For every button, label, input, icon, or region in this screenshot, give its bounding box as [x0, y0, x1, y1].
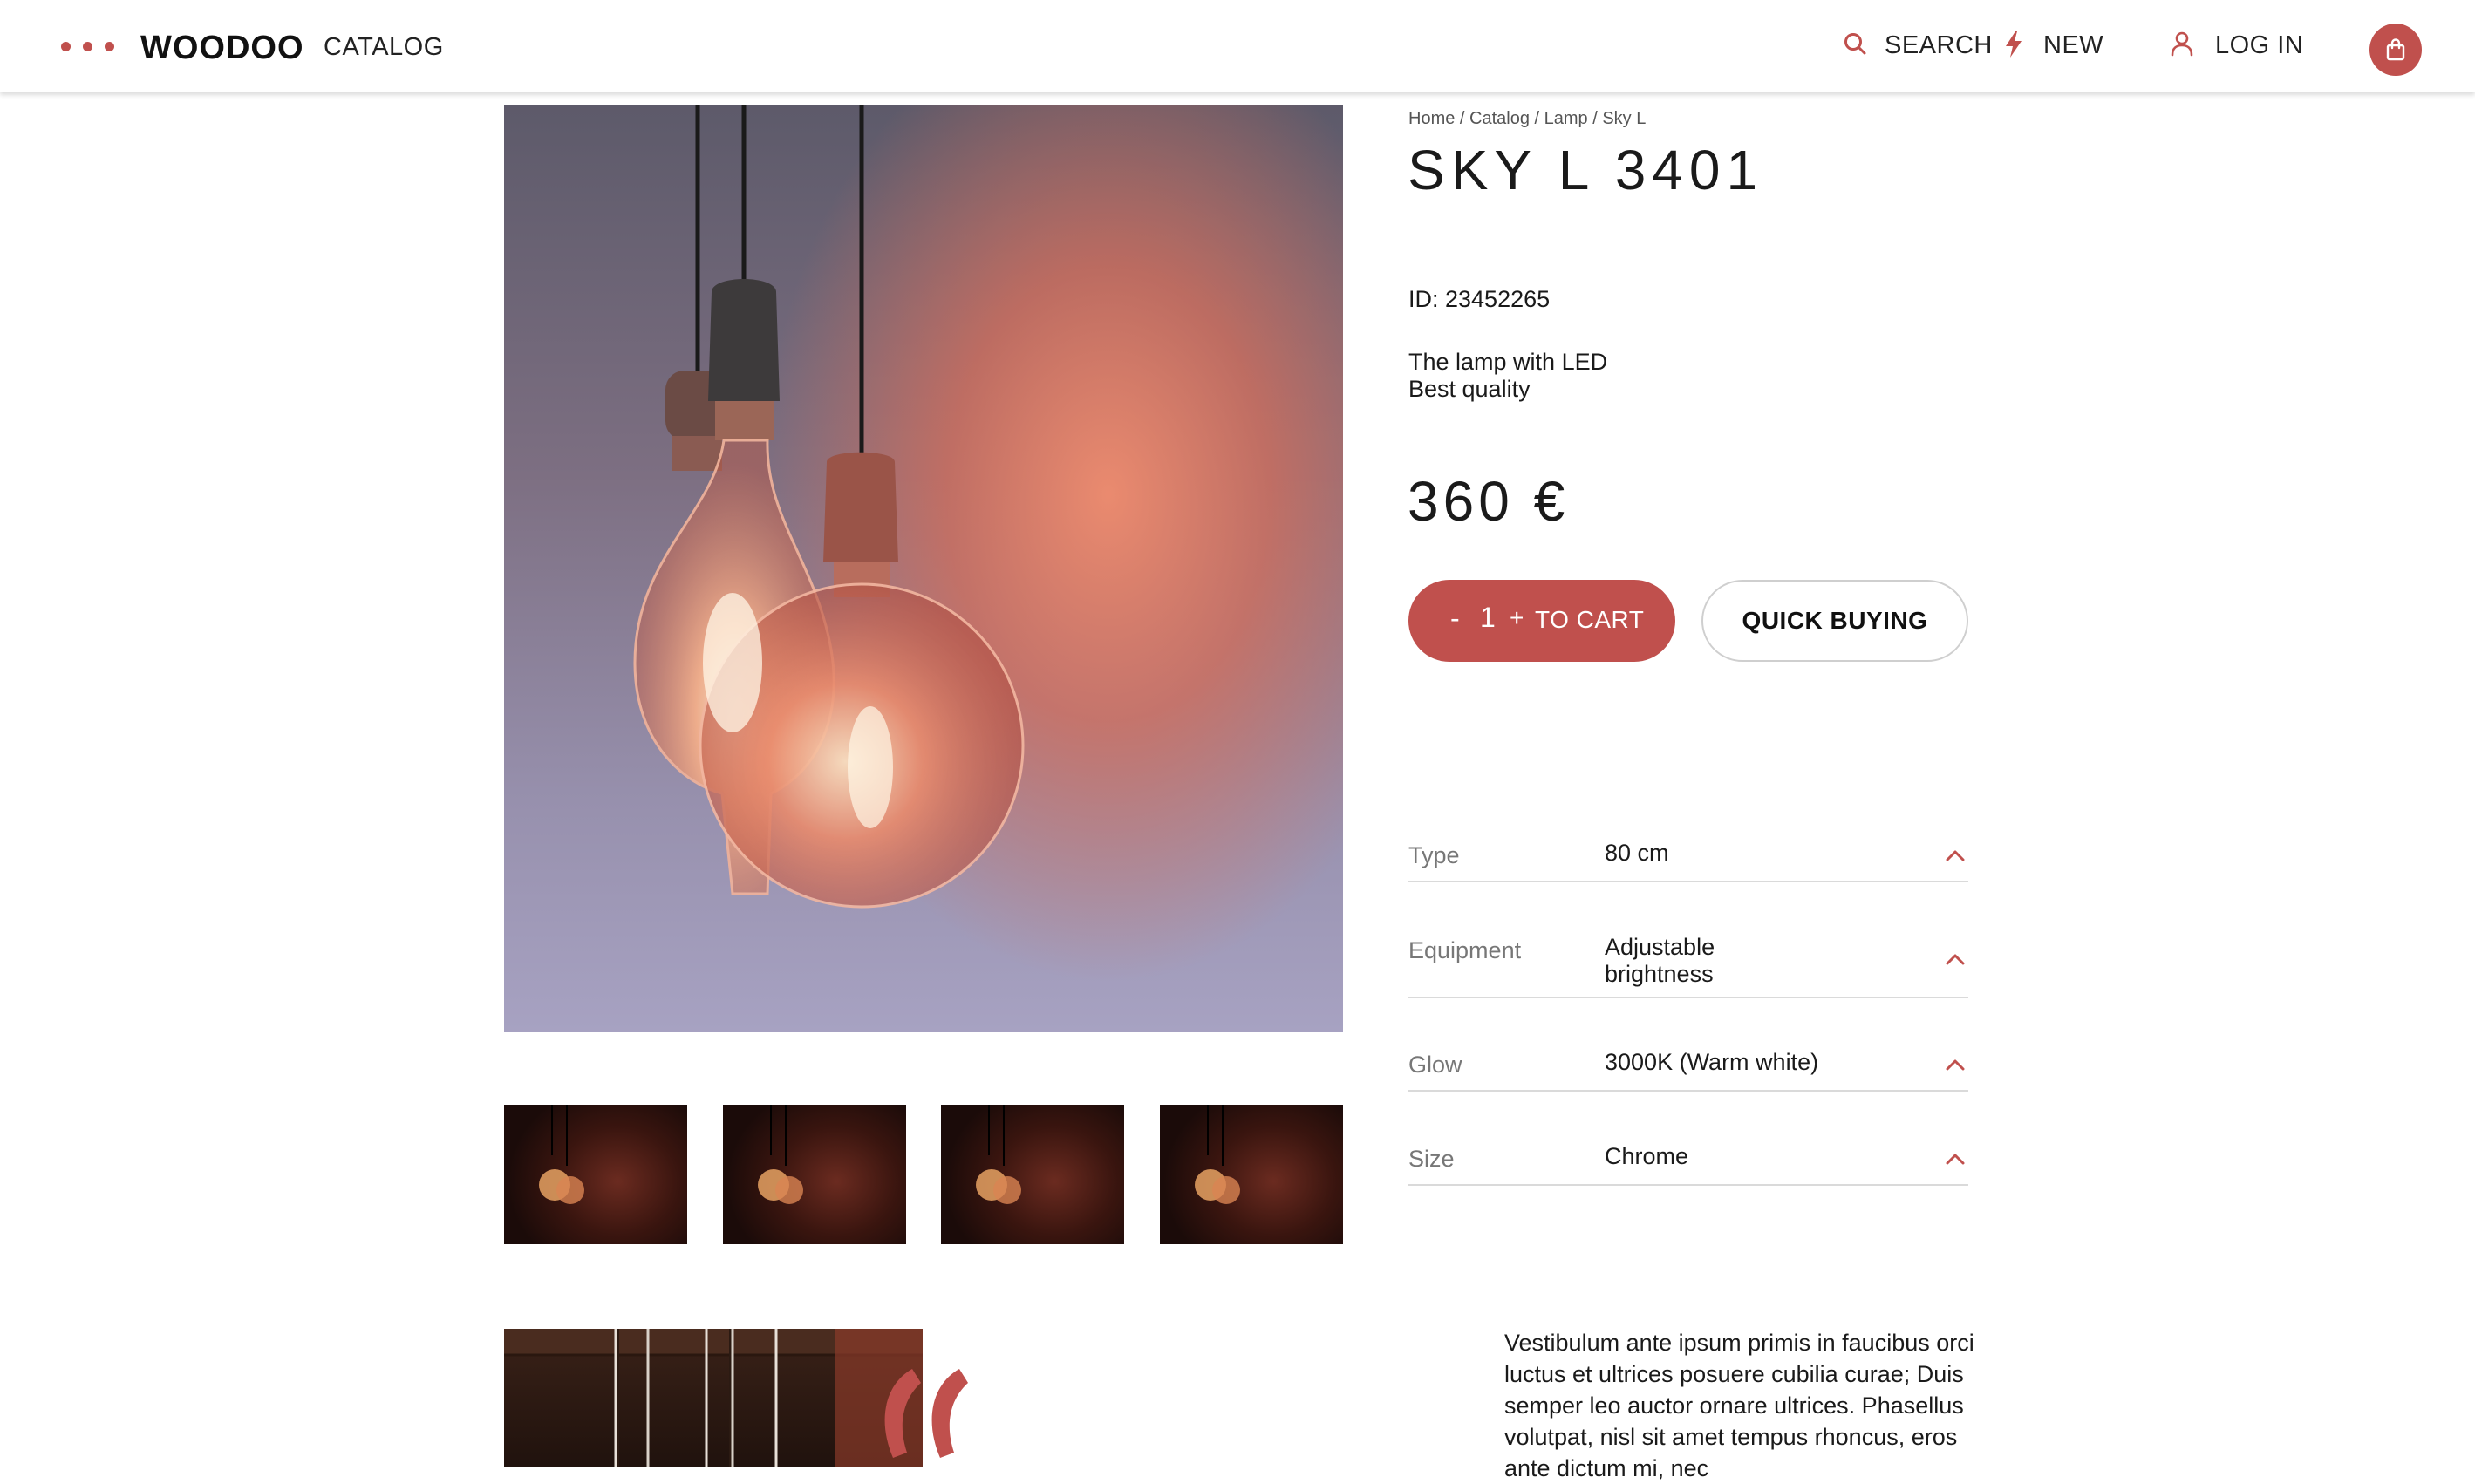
nav-login-label: LOG IN [2215, 31, 2304, 59]
spec-label: Glow [1408, 1052, 1462, 1078]
chevron-up-icon[interactable] [1946, 849, 1965, 861]
spec-value: Chrome [1605, 1143, 1689, 1169]
product-price: 360 € [1408, 470, 1570, 533]
thumbnail-3[interactable] [941, 1105, 1124, 1244]
product-description: The lamp with LED Best quality [1408, 349, 1607, 403]
thumbnail-1[interactable] [504, 1105, 687, 1244]
spec-row-type[interactable]: Type 80 cm [1408, 827, 1968, 882]
lightning-icon [2006, 31, 2022, 58]
description-line-2: Best quality [1408, 376, 1531, 402]
nav-search-button[interactable]: SEARCH [1843, 31, 1993, 60]
nav-login-button[interactable]: LOG IN [2170, 31, 2303, 60]
nav-new-button[interactable]: NEW [2003, 31, 2103, 60]
thumbnail-2[interactable] [723, 1105, 906, 1244]
site-header: WOODOO CATALOG SEARCH NEW LOG IN [0, 0, 2475, 92]
spec-label: Type [1408, 842, 1460, 868]
spec-value: 80 cm [1605, 840, 1669, 866]
quick-buying-button[interactable]: QUICK BUYING [1701, 580, 1968, 662]
product-id: ID: 23452265 [1408, 286, 1551, 312]
thumbnail-4[interactable] [1160, 1105, 1343, 1244]
product-main-image[interactable] [504, 105, 1343, 1032]
quantity-value: 1 [1480, 602, 1496, 633]
chevron-up-icon[interactable] [1946, 1153, 1965, 1165]
spec-label: Equipment [1408, 937, 1522, 963]
spec-row-glow[interactable]: Glow 3000K (Warm white) [1408, 1036, 1968, 1092]
nav-search-label: SEARCH [1885, 31, 1993, 59]
chevron-up-icon[interactable] [1946, 1059, 1965, 1071]
breadcrumb: Home / Catalog / Lamp / Sky L [1408, 109, 1647, 128]
description-line-1: The lamp with LED [1408, 349, 1608, 375]
article-text: Vestibulum ante ipsum primis in faucibus… [1504, 1330, 1974, 1481]
spec-row-equipment[interactable]: Equipment Adjustable brightness [1408, 920, 1968, 998]
product-title: SKY L 3401 [1408, 139, 1764, 201]
quote-icon [884, 1369, 968, 1458]
quantity-increase-button[interactable]: + [1510, 604, 1524, 632]
more-dots-icon[interactable] [61, 42, 119, 52]
shopping-bag-icon [2386, 38, 2405, 61]
breadcrumb-catalog[interactable]: Catalog [1469, 109, 1530, 128]
spec-label: Size [1408, 1146, 1455, 1172]
breadcrumb-lamp[interactable]: Lamp [1544, 109, 1588, 128]
cart-button[interactable] [2369, 24, 2422, 76]
chevron-up-icon[interactable] [1946, 953, 1965, 965]
add-to-cart-control: - 1 + TO CART [1408, 580, 1675, 662]
site-logo[interactable]: WOODOO [140, 30, 304, 67]
nav-new-label: NEW [2043, 31, 2104, 59]
nav-catalog-link[interactable]: CATALOG [324, 33, 444, 62]
breadcrumb-home[interactable]: Home [1408, 109, 1455, 128]
promo-image [504, 1329, 923, 1467]
spec-value: Adjustable brightness [1605, 934, 1715, 987]
breadcrumb-current: Sky L [1602, 109, 1647, 128]
spec-row-size[interactable]: Size Chrome [1408, 1130, 1968, 1186]
spec-value: 3000K (Warm white) [1605, 1049, 1819, 1075]
to-cart-button[interactable]: TO CART [1535, 606, 1644, 634]
user-icon [2171, 31, 2193, 56]
search-icon [1844, 32, 1866, 54]
lamp-bulbs-illustration [633, 105, 1025, 909]
quantity-decrease-button[interactable]: - [1450, 602, 1460, 635]
